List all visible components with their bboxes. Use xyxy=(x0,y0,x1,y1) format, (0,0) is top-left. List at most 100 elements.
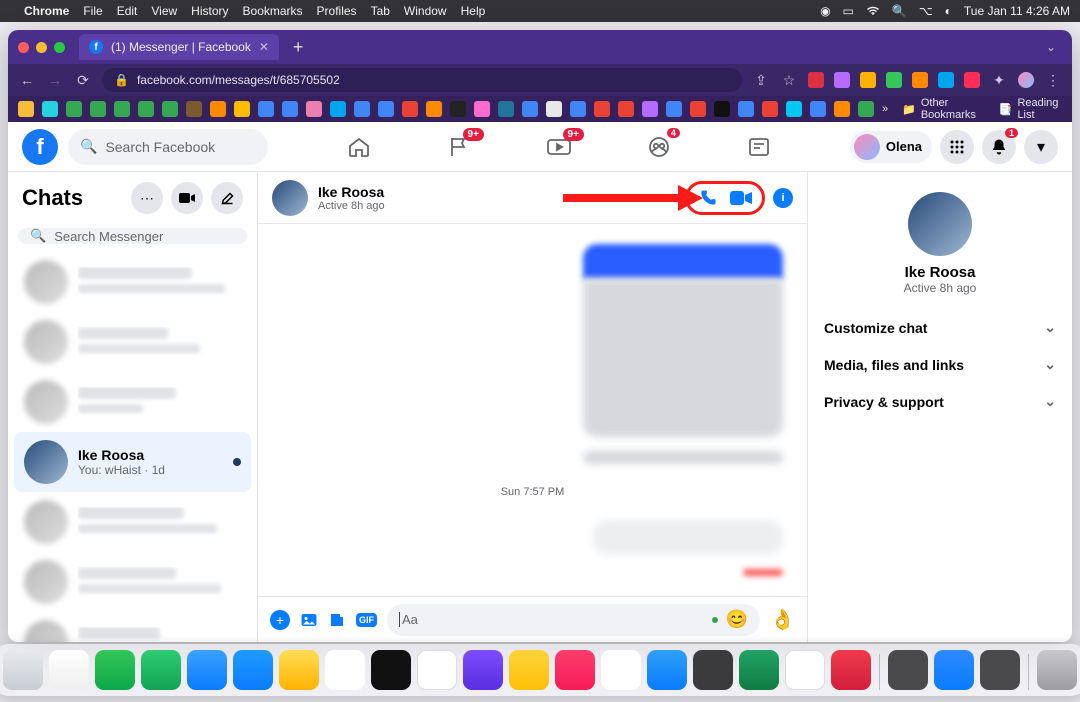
dock-app-messages[interactable] xyxy=(95,650,135,690)
bookmark-icon[interactable] xyxy=(858,101,874,117)
siri-icon[interactable]: ◐ xyxy=(945,4,952,18)
message-attachment[interactable] xyxy=(593,520,783,556)
control-center-icon[interactable]: ⌥ xyxy=(919,4,933,18)
chrome-menu-icon[interactable]: ⋮ xyxy=(1044,72,1062,89)
details-customize-chat[interactable]: Customize chat⌄ xyxy=(822,309,1058,346)
fullscreen-window-button[interactable] xyxy=(54,42,65,53)
bookmark-icon[interactable] xyxy=(186,101,202,117)
new-video-room-icon[interactable] xyxy=(171,182,203,214)
bookmark-icon[interactable] xyxy=(714,101,730,117)
spotlight-icon[interactable]: 🔍 xyxy=(892,4,907,18)
bookmark-icon[interactable] xyxy=(402,101,418,117)
bookmark-icon[interactable] xyxy=(90,101,106,117)
bookmark-icon[interactable] xyxy=(594,101,610,117)
menu-bookmarks[interactable]: Bookmarks xyxy=(243,4,303,18)
message-attachment[interactable] xyxy=(583,244,783,279)
bookmark-icon[interactable] xyxy=(450,101,466,117)
menu-window[interactable]: Window xyxy=(404,4,447,18)
bookmark-icon[interactable] xyxy=(378,101,394,117)
tab-pages[interactable]: 9+ xyxy=(444,132,474,162)
bookmark-star-icon[interactable]: ☆ xyxy=(780,72,798,89)
bookmark-icon[interactable] xyxy=(258,101,274,117)
bookmark-icon[interactable] xyxy=(114,101,130,117)
extension-icon[interactable] xyxy=(834,72,850,88)
tab-news[interactable] xyxy=(744,132,774,162)
dock-app-quicktime[interactable] xyxy=(980,650,1020,690)
address-bar[interactable]: 🔒 facebook.com/messages/t/685705502 xyxy=(102,68,742,92)
dock-app-safari[interactable] xyxy=(233,650,273,690)
dock-app[interactable] xyxy=(831,650,871,690)
bookmark-icon[interactable] xyxy=(810,101,826,117)
composer-more-icon[interactable]: + xyxy=(270,610,290,630)
bookmark-icon[interactable] xyxy=(426,101,442,117)
dock-app-zoom[interactable] xyxy=(934,650,974,690)
dock-app-calendar[interactable] xyxy=(417,650,457,690)
dock-app-notes[interactable] xyxy=(509,650,549,690)
share-icon[interactable]: ⇪ xyxy=(752,72,770,89)
bookmark-icon[interactable] xyxy=(306,101,322,117)
tab-watch[interactable]: 9+ xyxy=(544,132,574,162)
browser-tab[interactable]: f (1) Messenger | Facebook ✕ xyxy=(79,34,279,60)
composer-image-icon[interactable] xyxy=(300,611,318,629)
message-attachment[interactable] xyxy=(743,569,783,576)
details-media-files-links[interactable]: Media, files and links⌄ xyxy=(822,346,1058,383)
conversation-item[interactable] xyxy=(14,612,251,642)
dock-app-chrome[interactable] xyxy=(785,650,825,690)
back-button[interactable]: ← xyxy=(18,72,36,88)
dock-app-launchpad[interactable] xyxy=(49,650,89,690)
bookmark-icon[interactable] xyxy=(210,101,226,117)
dock-app-excel[interactable] xyxy=(739,650,779,690)
bookmark-icon[interactable] xyxy=(522,101,538,117)
notifications-icon[interactable]: 1 xyxy=(982,130,1016,164)
menu-help[interactable]: Help xyxy=(461,4,486,18)
extension-icon[interactable] xyxy=(808,72,824,88)
dock-recent[interactable] xyxy=(888,650,928,690)
dock-trash[interactable] xyxy=(1037,650,1077,690)
avatar[interactable] xyxy=(272,180,308,216)
bookmark-icon[interactable] xyxy=(66,101,82,117)
emoji-picker-icon[interactable]: 😊 xyxy=(726,609,748,630)
conversation-item-active[interactable]: Ike Roosa You: wHaist · 1d xyxy=(14,432,251,492)
reading-list-button[interactable]: 📑 Reading List xyxy=(999,97,1062,121)
menu-profiles[interactable]: Profiles xyxy=(317,4,357,18)
profile-avatar-icon[interactable] xyxy=(1018,72,1034,88)
chats-options-icon[interactable]: ⋯ xyxy=(131,182,163,214)
bookmark-icon[interactable] xyxy=(618,101,634,117)
conversation-item[interactable] xyxy=(14,552,251,612)
extension-icon[interactable] xyxy=(860,72,876,88)
bookmark-icon[interactable] xyxy=(762,101,778,117)
facebook-search[interactable]: 🔍 Search Facebook xyxy=(68,129,268,165)
dock-app-music[interactable] xyxy=(555,650,595,690)
other-bookmarks-folder[interactable]: 📁 Other Bookmarks xyxy=(902,97,985,121)
close-tab-icon[interactable]: ✕ xyxy=(259,40,269,54)
message-input[interactable]: Aa 😊 xyxy=(387,604,760,636)
app-name[interactable]: Chrome xyxy=(24,4,69,18)
window-collapse-caret[interactable]: ⌄ xyxy=(1040,40,1062,54)
bookmarks-overflow[interactable]: » xyxy=(882,103,888,115)
dock-app-appletv[interactable] xyxy=(371,650,411,690)
bookmark-icon[interactable] xyxy=(786,101,802,117)
video-call-icon[interactable] xyxy=(730,190,752,206)
bookmark-icon[interactable] xyxy=(690,101,706,117)
forward-button[interactable]: → xyxy=(46,72,64,88)
dock-app-slack[interactable] xyxy=(601,650,641,690)
new-tab-button[interactable]: + xyxy=(287,37,310,58)
conversation-item[interactable] xyxy=(14,372,251,432)
tab-home[interactable] xyxy=(344,132,374,162)
clock[interactable]: Tue Jan 11 4:26 AM xyxy=(964,4,1070,18)
bookmark-icon[interactable] xyxy=(282,101,298,117)
bookmark-icon[interactable] xyxy=(498,101,514,117)
dock-app-mail[interactable] xyxy=(187,650,227,690)
thread-name[interactable]: Ike Roosa xyxy=(318,184,385,200)
tab-groups[interactable]: 4 xyxy=(644,132,674,162)
bookmark-icon[interactable] xyxy=(42,101,58,117)
extension-icon[interactable] xyxy=(964,72,980,88)
bookmark-icon[interactable] xyxy=(570,101,586,117)
details-name[interactable]: Ike Roosa xyxy=(822,264,1058,281)
account-caret-icon[interactable]: ▾ xyxy=(1024,130,1058,164)
dock-app-facetime[interactable] xyxy=(141,650,181,690)
facebook-logo[interactable]: f xyxy=(22,129,58,165)
dock-app-appstore[interactable] xyxy=(647,650,687,690)
extension-icon[interactable] xyxy=(912,72,928,88)
extensions-puzzle-icon[interactable]: ✦ xyxy=(990,72,1008,89)
